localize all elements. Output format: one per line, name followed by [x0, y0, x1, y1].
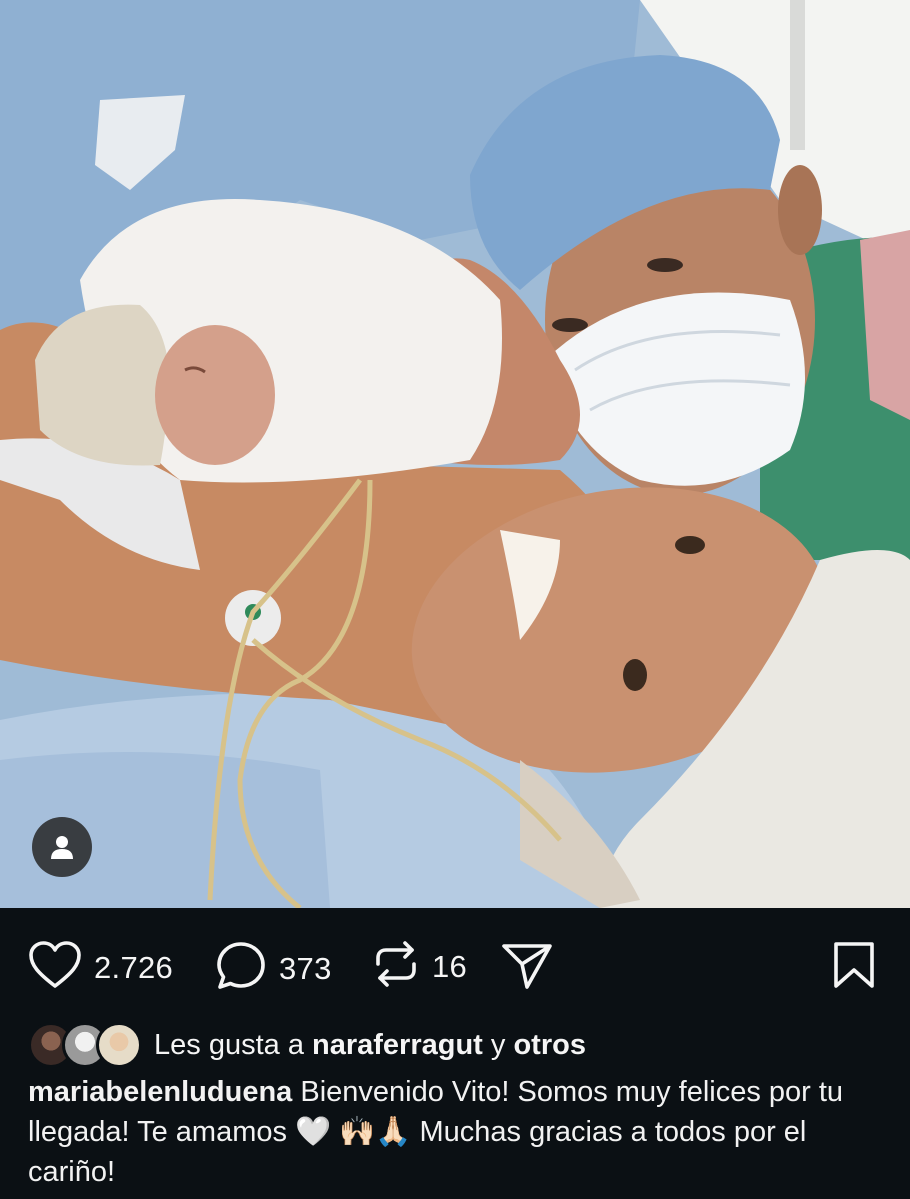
post-action-bar: 2.726 373 16	[0, 908, 910, 1020]
comments-count: 373	[279, 950, 332, 986]
avatar	[96, 1022, 142, 1068]
liker-avatars	[28, 1022, 142, 1068]
like-button[interactable]: 2.726	[28, 940, 173, 995]
caption-username[interactable]: mariabelenluduena	[28, 1076, 292, 1108]
comment-bubble-icon	[215, 940, 267, 997]
bookmark-icon	[832, 940, 876, 995]
send-icon	[500, 940, 554, 997]
share-button[interactable]	[500, 940, 554, 997]
repost-icon	[372, 940, 420, 993]
comment-button[interactable]: 373	[215, 940, 332, 997]
likes-count: 2.726	[94, 949, 174, 985]
repost-button[interactable]: 16	[372, 940, 467, 993]
liked-by-row[interactable]: Les gusta a naraferragut y otros	[28, 1020, 888, 1070]
liked-by-conjunction: y	[490, 1028, 506, 1061]
save-button[interactable]	[832, 940, 876, 995]
liker-username[interactable]: naraferragut	[312, 1029, 483, 1062]
user-tag-button[interactable]	[32, 817, 92, 877]
heart-icon	[28, 940, 82, 995]
user-tag-icon	[47, 832, 77, 862]
post-caption: mariabelenluduena Bienvenido Vito! Somos…	[28, 1072, 878, 1192]
post-photo[interactable]	[0, 0, 910, 908]
liked-by-prefix: Les gusta a	[154, 1028, 304, 1061]
reposts-count: 16	[432, 948, 468, 984]
post-photo-illustration	[0, 0, 910, 908]
liked-by-others[interactable]: otros	[513, 1029, 586, 1062]
